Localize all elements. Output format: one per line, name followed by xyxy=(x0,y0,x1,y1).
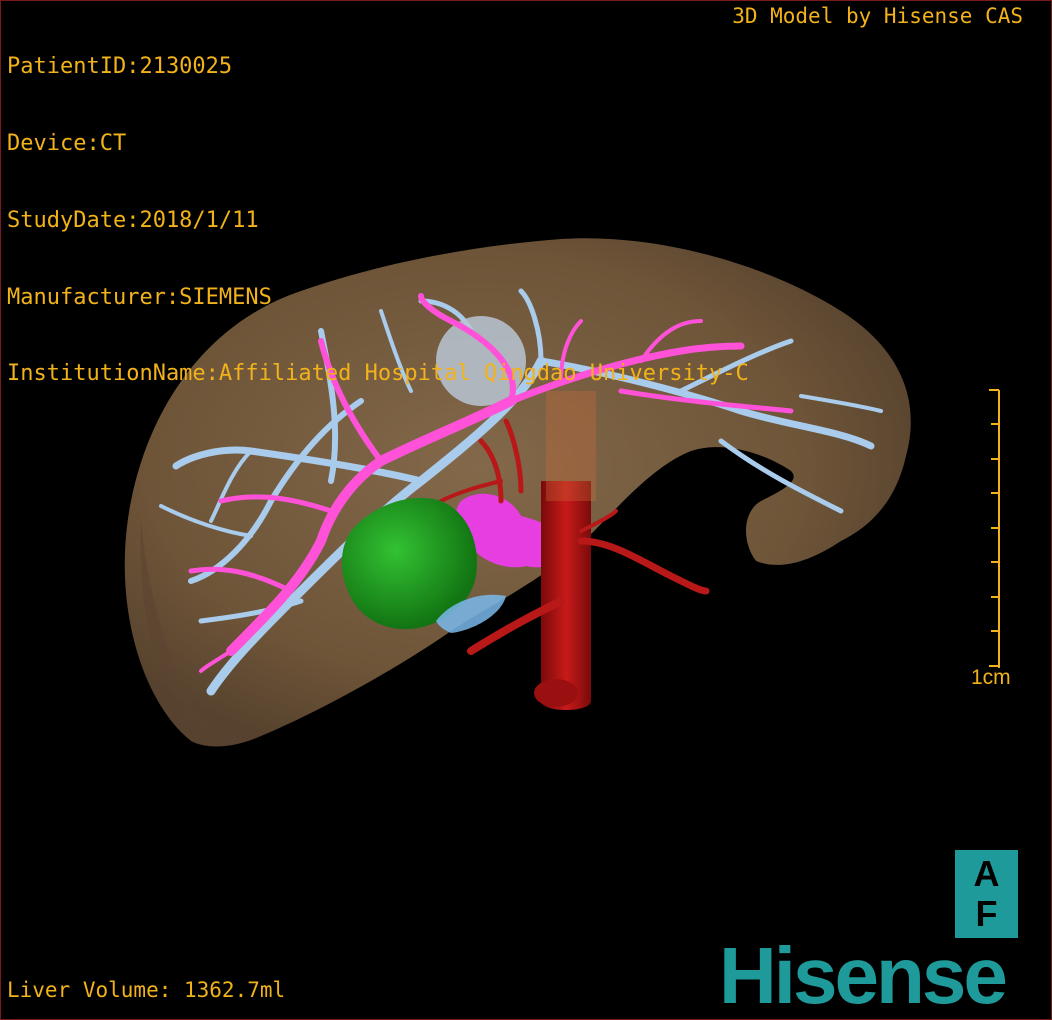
institution-text: InstitutionName:Affiliated Hospital Qing… xyxy=(7,361,749,387)
3d-viewport[interactable]: PatientID:2130025 Device:CT StudyDate:20… xyxy=(0,0,1052,1020)
model-brand-text: 3D Model by Hisense CAS xyxy=(732,4,1023,28)
scale-bar xyxy=(989,389,1000,668)
hisense-logo: Hisense xyxy=(719,931,1008,1020)
manufacturer-text: Manufacturer:SIEMENS xyxy=(7,284,272,310)
ivc-end xyxy=(534,679,578,707)
scale-bar-label: 1cm xyxy=(971,666,1011,689)
patient-id-text: PatientID:2130025 xyxy=(7,54,233,80)
dicom-info-overlay: PatientID:2130025 Device:CT StudyDate:20… xyxy=(7,3,749,438)
orientation-foot-label: F xyxy=(975,893,998,934)
orientation-anterior-label: A xyxy=(973,853,1000,894)
orientation-cube[interactable]: A F xyxy=(955,850,1018,938)
device-text: Device:CT xyxy=(7,130,127,156)
inferior-vena-cava xyxy=(541,481,591,710)
study-date-text: StudyDate:2018/1/11 xyxy=(7,207,259,233)
liver-volume-text: Liver Volume: 1362.7ml xyxy=(7,978,286,1002)
